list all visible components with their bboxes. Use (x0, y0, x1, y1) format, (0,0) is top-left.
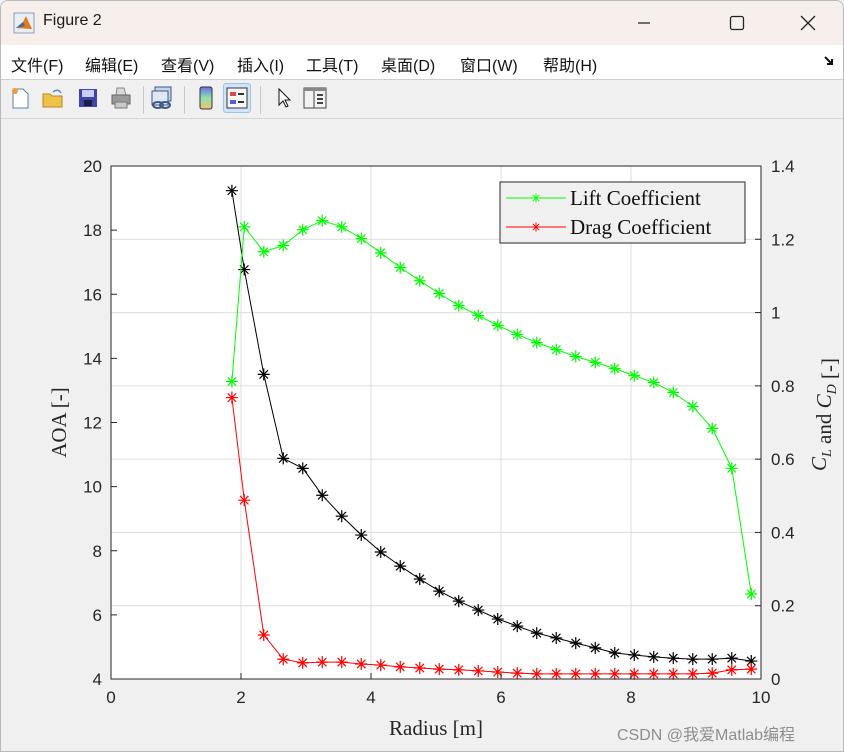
x-tick-label: 2 (236, 688, 245, 707)
data-point-drag-coefficient (296, 656, 309, 669)
data-point-drag-coefficient (530, 667, 543, 680)
legend-marker-lift-coefficient-icon (531, 193, 541, 203)
data-point-lift-coefficient (257, 245, 270, 258)
x-tick-label: 6 (496, 688, 505, 707)
y-tick-label-left: 4 (93, 670, 102, 689)
y-tick-label-left: 8 (93, 542, 102, 561)
data-point-drag-coefficient (511, 667, 524, 680)
data-point-aoa (530, 627, 543, 640)
data-point-lift-coefficient (238, 220, 251, 233)
data-point-aoa (511, 620, 524, 633)
label-text: [-] (817, 358, 841, 384)
legend[interactable]: Lift Coefficient Drag Coefficient (499, 181, 746, 244)
legend-label: Lift Coefficient (570, 186, 701, 210)
data-point-aoa (472, 604, 485, 617)
data-point-aoa (628, 648, 641, 661)
legend-label: Drag Coefficient (570, 215, 711, 239)
x-tick-label: 10 (752, 688, 771, 707)
legend-marker-drag-coefficient-icon (531, 222, 541, 232)
data-point-drag-coefficient (491, 666, 504, 679)
data-point-drag-coefficient (413, 662, 426, 675)
y-tick-label-left: 6 (93, 606, 102, 625)
data-point-drag-coefficient (686, 667, 699, 680)
y-tick-label-right: 1.4 (771, 157, 795, 176)
y-tick-label-left: 20 (83, 157, 102, 176)
y-axis-label-right: CL and CD [-] (807, 358, 841, 471)
data-point-drag-coefficient (706, 667, 719, 680)
data-point-lift-coefficient (355, 232, 368, 245)
y-tick-label-right: 1.2 (771, 230, 795, 249)
y-tick-label-left: 10 (83, 478, 102, 497)
x-tick-label: 0 (106, 688, 115, 707)
data-point-aoa (452, 595, 465, 608)
data-point-drag-coefficient (355, 657, 368, 670)
y-tick-label-right: 0.6 (771, 450, 795, 469)
data-point-aoa (257, 368, 270, 381)
data-point-aoa (394, 560, 407, 573)
data-point-aoa (225, 184, 238, 197)
chart-svg[interactable]: 0 2 4 6 8 10 4 6 8 10 12 14 16 18 20 0 0.2 0.4 0.6 0.8 1 1.2 1… (0, 0, 844, 751)
data-point-drag-coefficient (745, 663, 758, 676)
label-text: C (812, 393, 836, 408)
y-tick-label-left: 18 (83, 221, 102, 240)
data-point-lift-coefficient (277, 239, 290, 252)
data-point-drag-coefficient (628, 667, 641, 680)
data-point-lift-coefficient (296, 223, 309, 236)
watermark: CSDN @我爱Matlab编程 (617, 727, 796, 744)
data-point-aoa (355, 529, 368, 542)
data-point-lift-coefficient (335, 220, 348, 233)
data-point-drag-coefficient (667, 667, 680, 680)
y-tick-label-right: 0 (771, 670, 780, 689)
y-tick-label-right: 0.4 (771, 523, 795, 542)
y-tick-label-right: 0.2 (771, 597, 795, 616)
data-point-lift-coefficient (452, 299, 465, 312)
data-point-aoa (433, 585, 446, 598)
data-point-drag-coefficient (569, 667, 582, 680)
data-point-drag-coefficient (452, 663, 465, 676)
data-point-drag-coefficient (647, 667, 660, 680)
data-point-lift-coefficient (316, 214, 329, 227)
y-tick-label-left: 16 (83, 285, 102, 304)
data-point-drag-coefficient (257, 629, 270, 642)
label-text: and (812, 408, 836, 449)
data-point-drag-coefficient (725, 663, 738, 676)
y-axis-label-left: AOA [-] (47, 387, 71, 458)
label-text: C (807, 456, 831, 471)
data-point-drag-coefficient (608, 667, 621, 680)
x-axis-label: Radius [m] (389, 716, 483, 740)
data-point-aoa (608, 647, 621, 660)
data-point-drag-coefficient (589, 667, 602, 680)
data-point-lift-coefficient (374, 246, 387, 259)
data-point-drag-coefficient (550, 667, 563, 680)
y-tick-label-right: 0.8 (771, 377, 795, 396)
data-point-lift-coefficient (745, 587, 758, 600)
y-tick-label-left: 12 (83, 414, 102, 433)
y-tick-label-right: 1 (771, 304, 780, 323)
x-tick-label: 8 (626, 688, 635, 707)
x-tick-label: 4 (366, 688, 375, 707)
data-point-drag-coefficient (335, 656, 348, 669)
y-tick-label-left: 14 (83, 349, 102, 368)
data-point-drag-coefficient (316, 656, 329, 669)
data-point-aoa (647, 650, 660, 663)
data-point-aoa (667, 652, 680, 665)
data-point-aoa (725, 652, 738, 665)
subscript: D (825, 384, 840, 395)
data-point-aoa (335, 510, 348, 523)
data-point-drag-coefficient (433, 663, 446, 676)
data-point-drag-coefficient (225, 391, 238, 404)
subscript: L (820, 449, 835, 458)
